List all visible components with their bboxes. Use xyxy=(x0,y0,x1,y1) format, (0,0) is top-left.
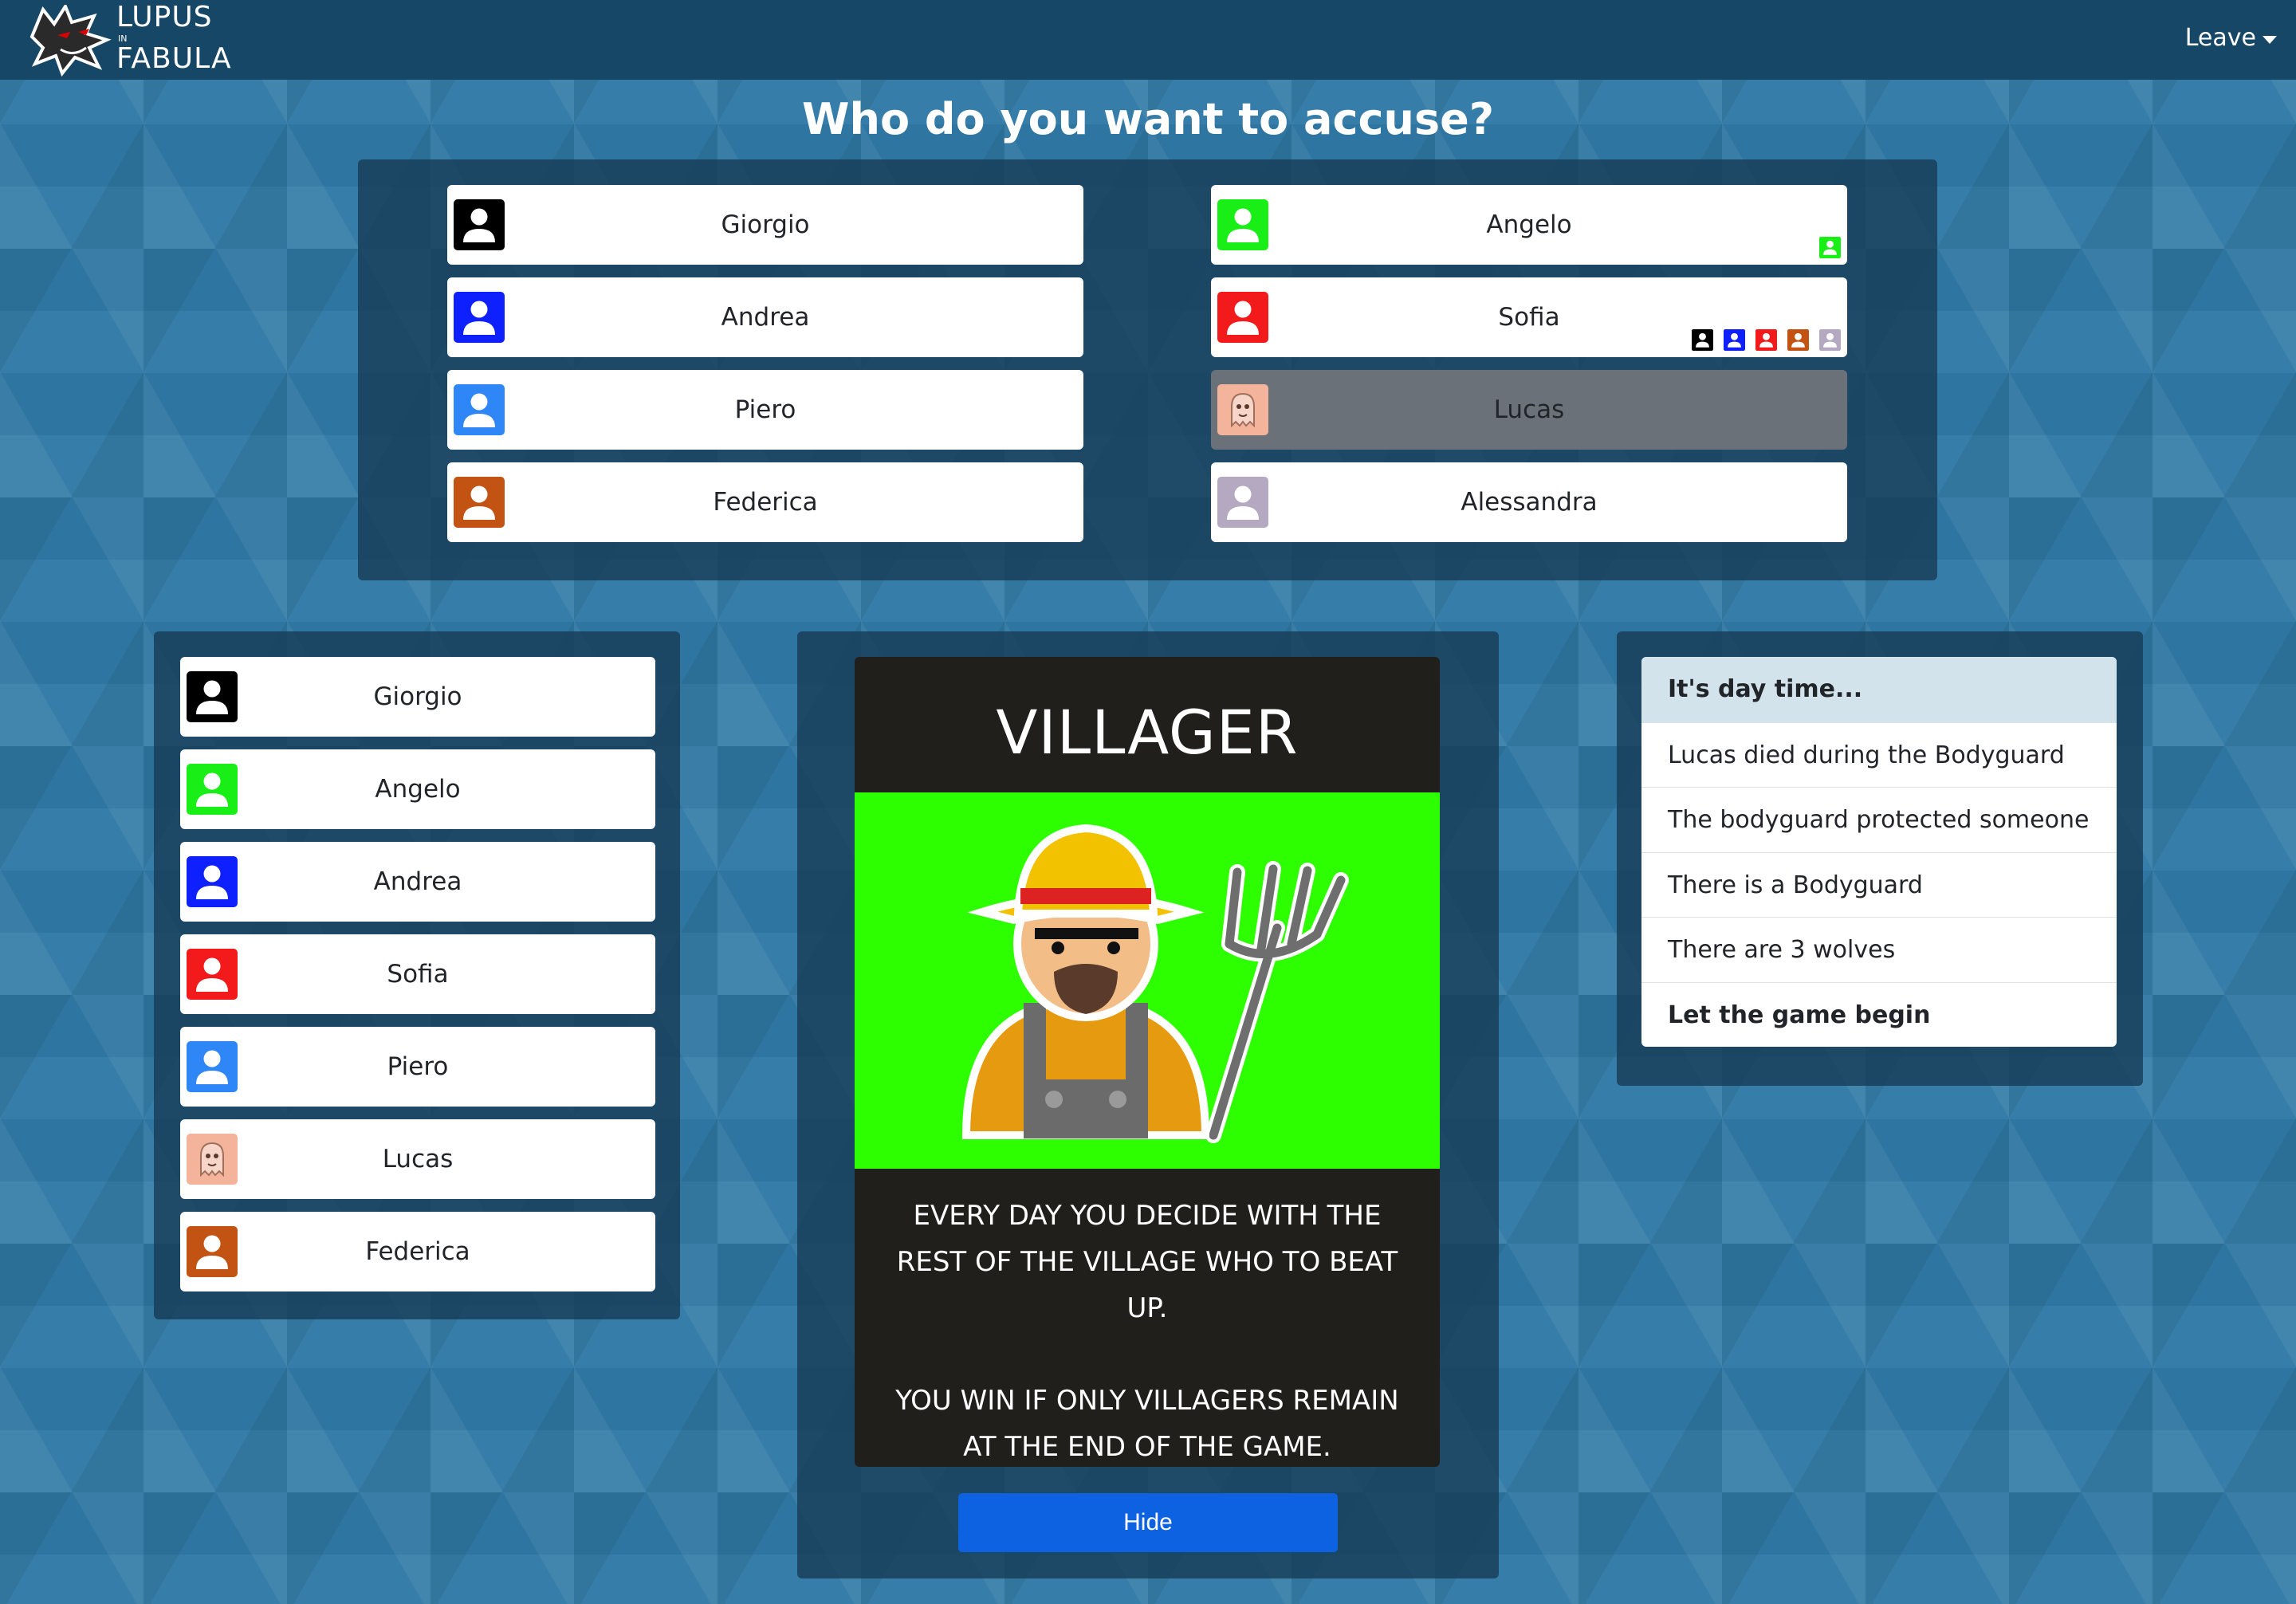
navbar: LUPUS IN FABULA Leave xyxy=(0,0,2296,80)
player-name: Lucas xyxy=(1493,395,1565,424)
player-button-sofia[interactable]: Sofia xyxy=(180,934,655,1014)
role-card: VILLAGER EVERY DAY YOU DECIDE WITH THE R… xyxy=(855,657,1440,1467)
event-item: There is a Bodyguard xyxy=(1641,851,2117,918)
player-name: Andrea xyxy=(373,867,462,896)
events-list: It's day time... Lucas died during the Bo… xyxy=(1641,657,2117,1047)
hide-button[interactable]: Hide xyxy=(958,1493,1338,1552)
event-item: It's day time... xyxy=(1641,657,2117,722)
vote-markers xyxy=(1692,329,1841,351)
role-description: EVERY DAY YOU DECIDE WITH THE REST OF TH… xyxy=(879,1193,1416,1467)
player-name: Angelo xyxy=(375,775,461,804)
player-name: Lucas xyxy=(382,1145,454,1174)
player-button-giorgio[interactable]: Giorgio xyxy=(447,185,1083,265)
player-button-piero[interactable]: Piero xyxy=(180,1027,655,1107)
player-button-andrea[interactable]: Andrea xyxy=(447,277,1083,357)
player-name: Piero xyxy=(387,1052,449,1081)
event-item: Let the game begin xyxy=(1641,981,2117,1048)
vote-markers xyxy=(1819,237,1841,258)
vote-person-icon xyxy=(1819,237,1841,258)
player-name: Sofia xyxy=(387,960,449,989)
player-button-andrea[interactable]: Andrea xyxy=(180,842,655,922)
leave-dropdown[interactable]: Leave xyxy=(2185,24,2277,52)
villager-illustration xyxy=(855,792,1440,1169)
accuse-panel: Giorgio Andrea Piero Federica Angelo Sof… xyxy=(358,159,1937,580)
event-item: Lucas died during the Bodyguard xyxy=(1641,721,2117,788)
player-name: Federica xyxy=(365,1237,470,1266)
player-button-angelo[interactable]: Angelo xyxy=(180,749,655,829)
player-button-federica[interactable]: Federica xyxy=(180,1212,655,1291)
brand-mid: IN xyxy=(118,33,128,44)
role-title: VILLAGER xyxy=(996,697,1299,768)
vote-person-icon xyxy=(1755,329,1777,351)
role-description-1: EVERY DAY YOU DECIDE WITH THE REST OF TH… xyxy=(896,1200,1398,1324)
event-item: There are 3 wolves xyxy=(1641,917,2117,982)
player-name: Andrea xyxy=(721,303,810,332)
vote-person-icon xyxy=(1819,329,1841,351)
role-description-2: YOU WIN IF ONLY VILLAGERS REMAIN AT THE … xyxy=(895,1385,1399,1463)
vote-person-icon xyxy=(1692,329,1713,351)
page-title: Who do you want to accuse? xyxy=(801,94,1495,144)
player-name: Angelo xyxy=(1486,210,1572,239)
caret-down-icon xyxy=(2263,35,2277,44)
vote-person-icon xyxy=(1724,329,1745,351)
player-button-federica[interactable]: Federica xyxy=(447,462,1083,542)
player-button-lucas[interactable]: Lucas xyxy=(180,1119,655,1199)
wolf-logo-icon xyxy=(26,2,113,77)
leave-label: Leave xyxy=(2184,24,2256,52)
event-item: The bodyguard protected someone xyxy=(1641,787,2117,852)
player-button-piero[interactable]: Piero xyxy=(447,370,1083,450)
player-name: Giorgio xyxy=(373,682,462,711)
brand-top: LUPUS xyxy=(116,1,213,33)
player-name: Giorgio xyxy=(721,210,810,239)
player-name: Piero xyxy=(734,395,796,424)
player-button-sofia[interactable]: Sofia xyxy=(1211,277,1847,357)
player-button-angelo[interactable]: Angelo xyxy=(1211,185,1847,265)
player-name: Alessandra xyxy=(1461,488,1598,517)
player-button-lucas[interactable]: Lucas xyxy=(1211,370,1847,450)
player-button-alessandra[interactable]: Alessandra xyxy=(1211,462,1847,542)
farmer-icon xyxy=(961,824,1349,1143)
vote-person-icon xyxy=(1787,329,1809,351)
brand[interactable]: LUPUS IN FABULA xyxy=(116,2,232,75)
players-panel: Giorgio Angelo Andrea Sofia Piero Lucas … xyxy=(154,631,680,1319)
player-button-giorgio[interactable]: Giorgio xyxy=(180,657,655,737)
player-name: Federica xyxy=(713,488,818,517)
brand-bottom: FABULA xyxy=(116,42,232,75)
